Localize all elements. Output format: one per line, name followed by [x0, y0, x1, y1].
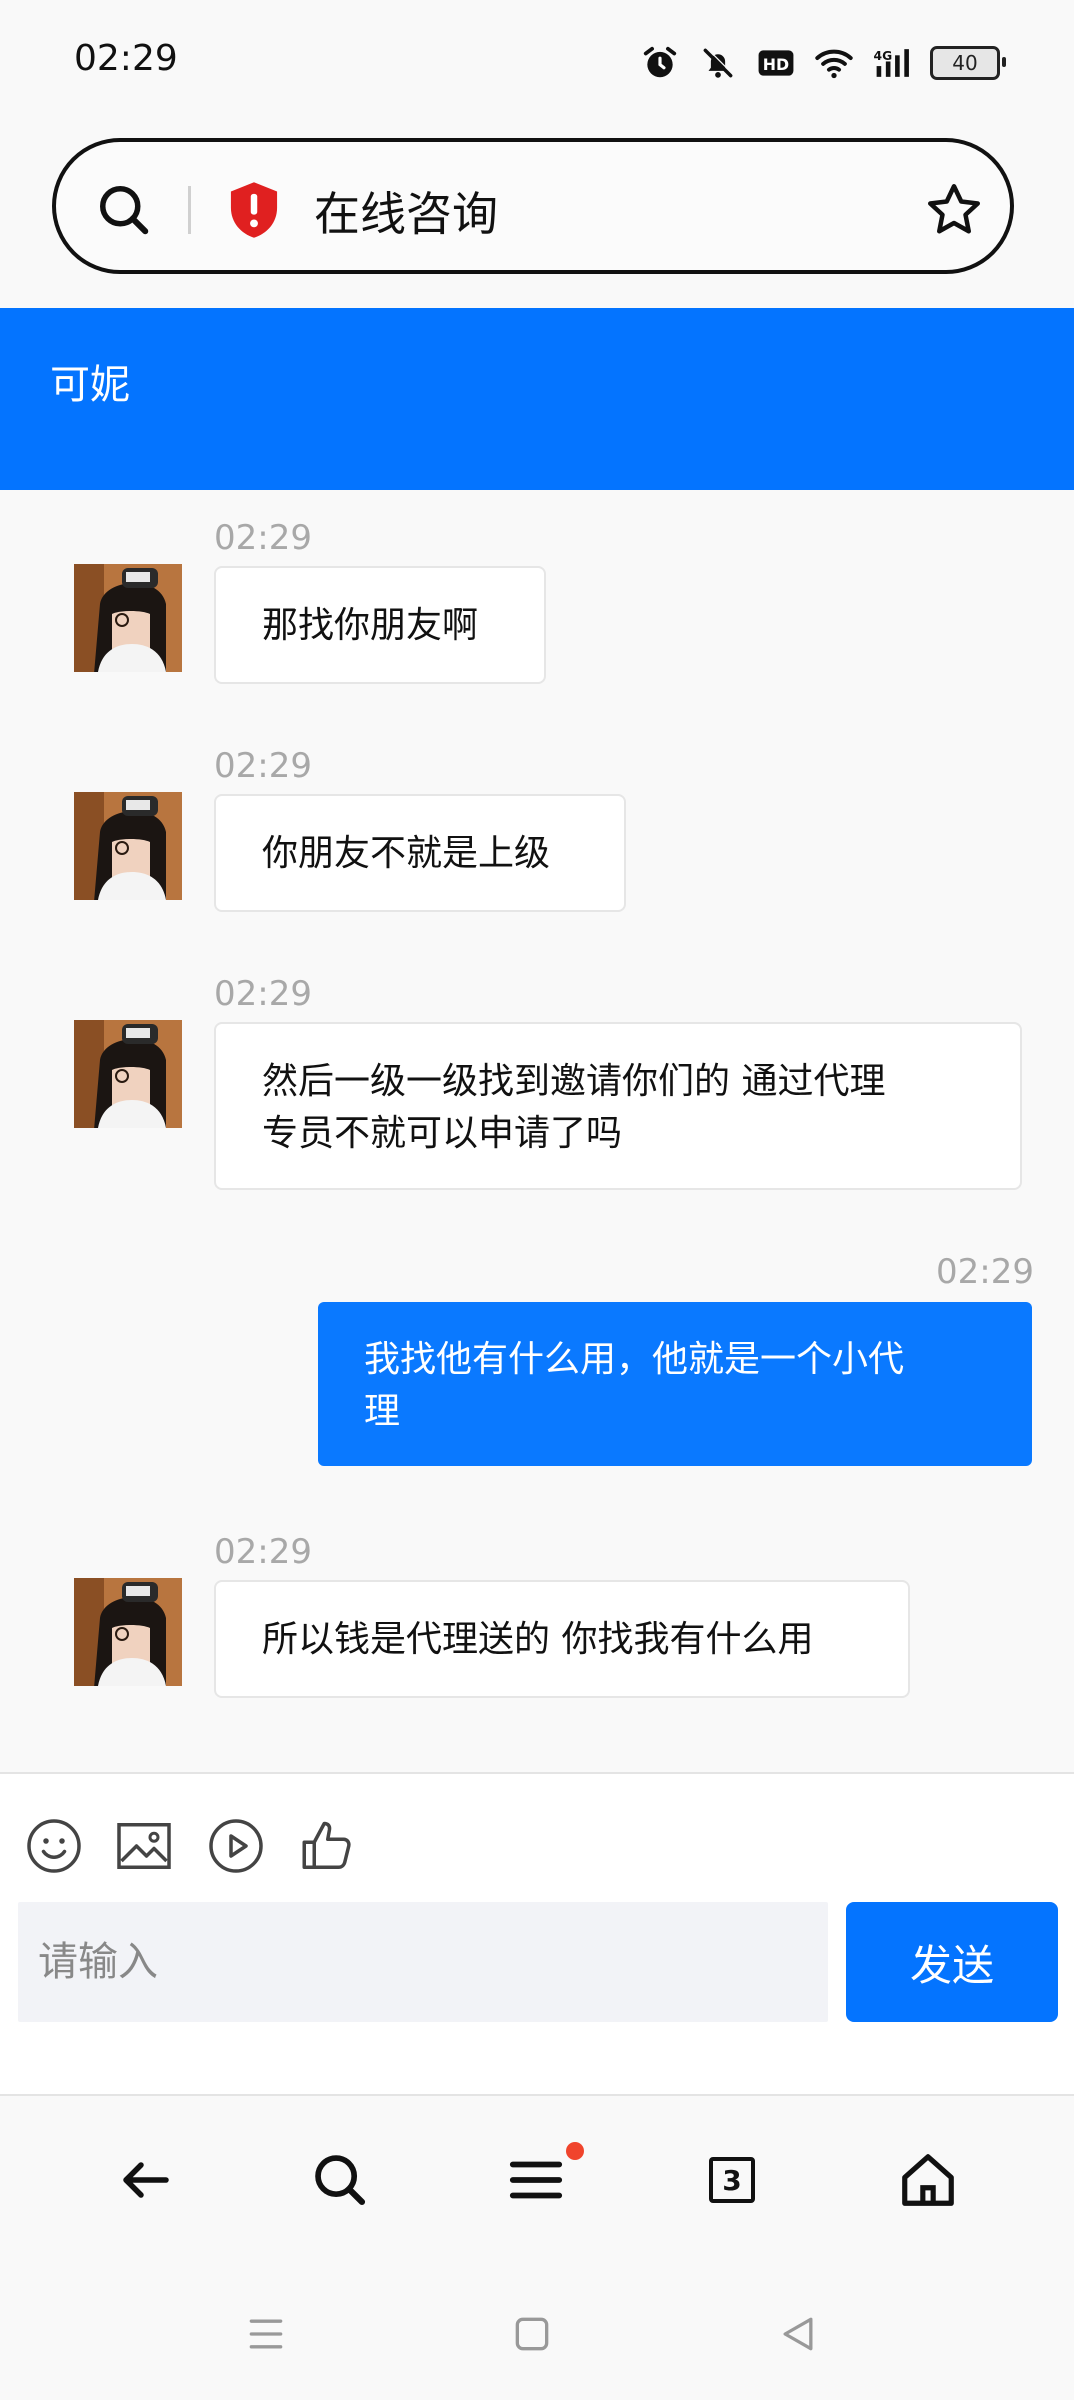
avatar[interactable] — [74, 1020, 182, 1128]
wifi-icon — [814, 43, 854, 83]
message-timestamp: 02:29 — [214, 1532, 312, 1572]
message-timestamp: 02:29 — [214, 746, 312, 786]
incoming-message-bubble[interactable]: 那找你朋友啊 — [214, 566, 546, 684]
message-timestamp: 02:29 — [214, 518, 312, 558]
incoming-message-bubble[interactable]: 然后一级一级找到邀请你们的 通过代理 专员不就可以申请了吗 — [214, 1022, 1022, 1190]
security-shield-icon[interactable] — [226, 180, 282, 244]
mute-bell-icon — [698, 43, 738, 83]
incoming-message-bubble[interactable]: 所以钱是代理送的 你找我有什么用 — [214, 1580, 910, 1698]
video-play-icon[interactable] — [206, 1816, 266, 1876]
hd-icon: HD — [756, 43, 796, 83]
send-button[interactable]: 发送 — [846, 1902, 1058, 2022]
chat-header: 可妮 — [0, 308, 1074, 490]
message-text: 那找你朋友啊 — [262, 605, 479, 646]
address-bar[interactable]: 在线咨询 — [52, 138, 1014, 274]
tabs-button[interactable]: 3 — [700, 2148, 764, 2212]
message-timestamp: 02:29 — [214, 974, 312, 1014]
message-input[interactable] — [18, 1902, 828, 2022]
message-timestamp: 02:29 — [936, 1252, 1034, 1292]
alarm-icon — [640, 43, 680, 83]
notification-dot — [566, 2142, 584, 2160]
cellular-4g-icon: 4G — [872, 43, 912, 83]
thumbs-up-icon[interactable] — [298, 1816, 358, 1876]
back-arrow-icon[interactable] — [114, 2148, 178, 2212]
incoming-message-bubble[interactable]: 你朋友不就是上级 — [214, 794, 626, 912]
address-divider — [188, 186, 191, 234]
message-text-line: 理 — [364, 1391, 401, 1432]
message-text-line: 专员不就可以申请了吗 — [262, 1113, 623, 1154]
home-icon[interactable] — [896, 2148, 960, 2212]
avatar[interactable] — [74, 564, 182, 672]
message-text: 所以钱是代理送的 你找我有什么用 — [262, 1619, 814, 1660]
status-icons: HD 4G 40 — [640, 40, 1006, 86]
image-icon[interactable] — [114, 1816, 174, 1876]
page-title-url[interactable]: 在线咨询 — [314, 178, 498, 244]
message-text: 你朋友不就是上级 — [262, 833, 551, 874]
search-icon[interactable] — [94, 180, 154, 244]
outgoing-message-bubble[interactable]: 我找他有什么用，他就是一个小代 理 — [318, 1302, 1032, 1466]
message-text-line: 然后一级一级找到邀请你们的 通过代理 — [262, 1061, 886, 1102]
menu-icon[interactable] — [504, 2148, 568, 2212]
recent-apps-icon[interactable] — [238, 2306, 294, 2362]
chat-title: 可妮 — [50, 362, 130, 408]
home-square-icon[interactable] — [504, 2306, 560, 2362]
bookmark-star-icon[interactable] — [924, 180, 984, 244]
avatar[interactable] — [74, 792, 182, 900]
svg-text:4G: 4G — [874, 49, 893, 63]
avatar[interactable] — [74, 1578, 182, 1686]
back-triangle-icon[interactable] — [770, 2306, 826, 2362]
tabs-count: 3 — [709, 2157, 755, 2203]
svg-text:HD: HD — [763, 55, 789, 74]
message-text-line: 我找他有什么用，他就是一个小代 — [364, 1339, 905, 1380]
battery-indicator: 40 — [930, 46, 1006, 80]
emoji-icon[interactable] — [24, 1816, 84, 1876]
search-icon[interactable] — [308, 2148, 372, 2212]
status-time: 02:29 — [74, 38, 178, 79]
